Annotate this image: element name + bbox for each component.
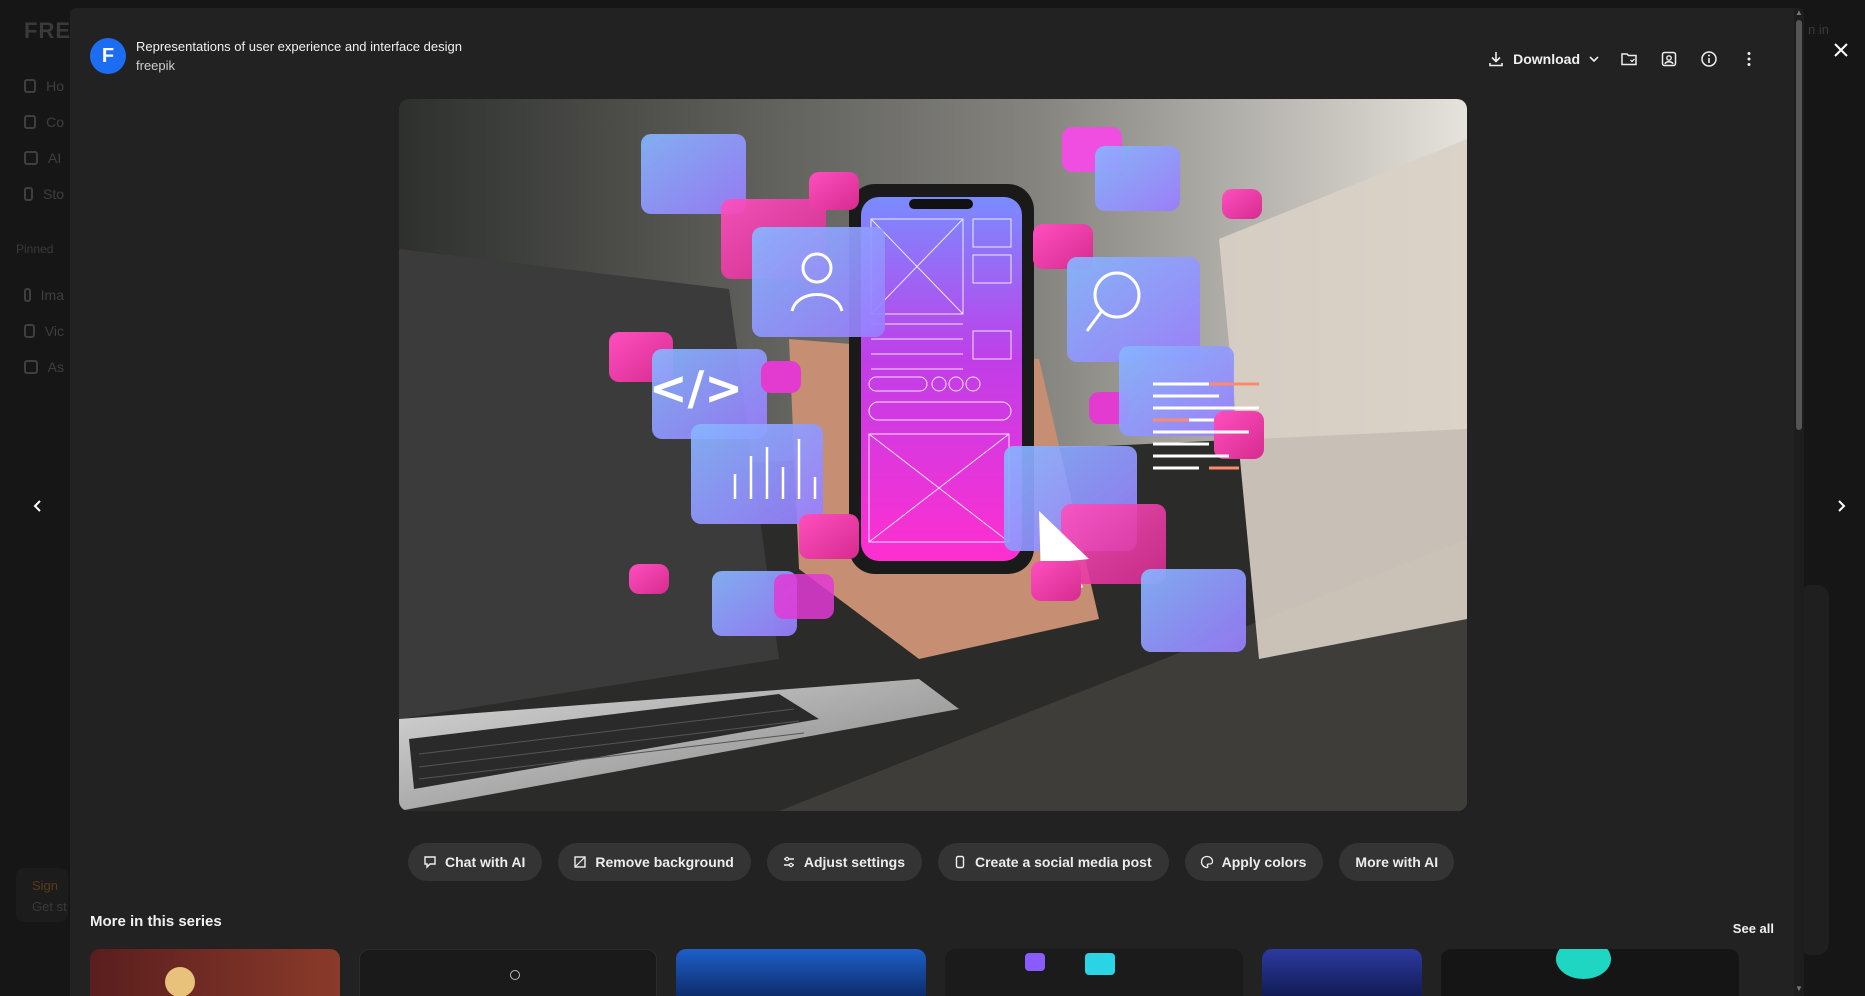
more-vertical-icon[interactable]: [1736, 46, 1762, 72]
user-collection-icon[interactable]: [1656, 46, 1682, 72]
background-pinned-nav: Ima Vic As: [24, 277, 64, 385]
download-label: Download: [1513, 51, 1580, 67]
action-bar: Chat with AI Remove background Adjust se…: [408, 843, 1455, 881]
background-nav: Ho Co AI Sto: [24, 68, 64, 212]
remove-bg-icon: [574, 856, 587, 868]
download-button[interactable]: Download: [1485, 46, 1602, 72]
svg-text:</>: </>: [649, 361, 743, 415]
image-detail-modal: F Representations of user experience and…: [70, 8, 1804, 996]
see-all-link[interactable]: See all: [1733, 921, 1774, 936]
main-image[interactable]: </>: [399, 99, 1467, 811]
background-pinned-item: Ima: [24, 277, 64, 313]
background-pinned-item: Vic: [24, 313, 64, 349]
series-thumbnail[interactable]: [1262, 949, 1422, 996]
previous-arrow-icon[interactable]: [26, 494, 50, 518]
remove-background-label: Remove background: [595, 854, 734, 870]
background-nav-item: AI: [24, 140, 64, 176]
modal-scrollbar[interactable]: ▲ ▼: [1794, 8, 1804, 996]
next-arrow-icon[interactable]: [1829, 494, 1853, 518]
close-icon[interactable]: [1829, 38, 1853, 62]
chat-with-ai-button[interactable]: Chat with AI: [408, 843, 543, 881]
series-thumbnail[interactable]: [90, 949, 340, 996]
apply-colors-button[interactable]: Apply colors: [1184, 843, 1324, 881]
palette-icon: [1200, 855, 1213, 869]
create-social-post-label: Create a social media post: [974, 854, 1152, 870]
series-thumbnails: [90, 949, 1739, 996]
phone-icon: [955, 855, 965, 869]
avatar[interactable]: F: [90, 38, 126, 74]
scroll-down-icon[interactable]: ▼: [1795, 985, 1803, 993]
title-block: Representations of user experience and i…: [136, 39, 462, 73]
create-social-post-button[interactable]: Create a social media post: [937, 843, 1169, 881]
chat-icon: [424, 856, 436, 869]
series-thumbnail[interactable]: [359, 949, 657, 996]
series-thumbnail[interactable]: [676, 949, 926, 996]
more-with-ai-button[interactable]: More with AI: [1339, 843, 1455, 881]
author-name[interactable]: freepik: [136, 58, 462, 73]
sliders-icon: [783, 856, 794, 868]
background-signin-card: Sign Get st: [16, 868, 68, 922]
background-pinned-item: As: [24, 349, 64, 385]
series-section-title: More in this series: [90, 913, 222, 930]
freepik-logo-icon: F: [101, 44, 115, 67]
remove-background-button[interactable]: Remove background: [558, 843, 751, 881]
info-icon[interactable]: [1696, 46, 1722, 72]
background-pinned-label: Pinned: [16, 242, 54, 256]
background-nav-item: Sto: [24, 176, 64, 212]
background-nav-item: Ho: [24, 68, 64, 104]
modal-header: F Representations of user experience and…: [90, 38, 462, 74]
background-signin-link: n in: [1808, 22, 1829, 37]
adjust-settings-button[interactable]: Adjust settings: [766, 843, 922, 881]
scroll-up-icon[interactable]: ▲: [1795, 9, 1803, 17]
more-with-ai-label: More with AI: [1355, 854, 1439, 870]
chat-with-ai-label: Chat with AI: [445, 854, 526, 870]
background-nav-item: Co: [24, 104, 64, 140]
modal-toolbar: Download: [1485, 46, 1762, 72]
folder-heart-icon[interactable]: [1616, 46, 1642, 72]
download-icon: [1489, 52, 1503, 67]
series-thumbnail[interactable]: [945, 949, 1243, 996]
background-logo: FRE: [24, 18, 71, 43]
adjust-settings-label: Adjust settings: [803, 854, 905, 870]
apply-colors-label: Apply colors: [1221, 854, 1307, 870]
page-title: Representations of user experience and i…: [136, 39, 462, 54]
scrollbar-thumb[interactable]: [1796, 20, 1802, 430]
chevron-down-icon: [1589, 56, 1599, 63]
series-thumbnail[interactable]: [1441, 949, 1739, 996]
